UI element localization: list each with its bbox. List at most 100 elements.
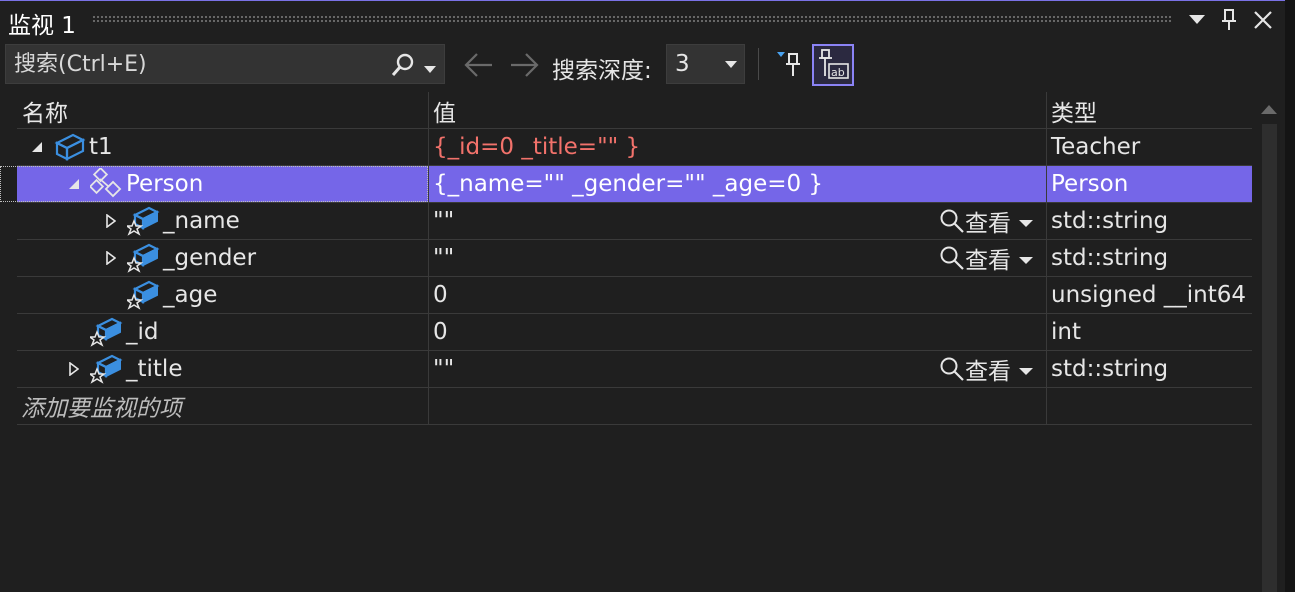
pin-ab-icon: ab	[819, 49, 849, 79]
chevron-up-icon	[1261, 105, 1277, 114]
field-icon	[124, 205, 161, 237]
pin-icon	[1222, 9, 1236, 30]
window-edge	[1285, 0, 1295, 592]
search-back-button[interactable]	[464, 52, 494, 82]
row-value[interactable]: 0	[433, 314, 448, 350]
search-depth-select[interactable]: 3	[666, 44, 745, 84]
drag-grip[interactable]	[92, 15, 1172, 24]
row-type: std::string	[1051, 208, 1169, 234]
grid-header: 名称 值 类型	[17, 92, 1252, 129]
search-button[interactable]	[390, 52, 416, 78]
row-name: _name	[163, 208, 240, 234]
search-icon	[391, 53, 414, 76]
search-input[interactable]	[14, 45, 384, 83]
watch-row[interactable]: _age 0 unsigned __int64	[17, 277, 1252, 314]
arrow-left-icon	[464, 53, 492, 77]
row-value[interactable]: {_name="" _gender="" _age=0 }	[433, 166, 823, 202]
scroll-up-button[interactable]	[1258, 100, 1280, 120]
viewer-dropdown[interactable]	[1019, 245, 1033, 271]
title-bar: 监视 1	[0, 0, 1285, 39]
expand-toggle[interactable]	[66, 351, 82, 387]
chevron-down-icon	[1019, 368, 1033, 375]
field-icon	[124, 279, 161, 311]
row-value[interactable]: ""	[433, 351, 454, 387]
field-icon	[124, 206, 160, 236]
pin-filter-icon	[777, 52, 800, 76]
field-icon	[87, 316, 124, 348]
watch-row[interactable]: _name "" 查看 std::string	[17, 203, 1252, 240]
search-forward-button[interactable]	[509, 52, 539, 82]
pin-source-button[interactable]: ab	[812, 44, 854, 86]
field-icon	[124, 243, 160, 273]
column-header-type[interactable]: 类型	[1051, 94, 1097, 128]
field-icon	[124, 280, 160, 310]
field-icon	[124, 242, 161, 274]
column-divider-name-value[interactable]	[428, 92, 429, 425]
collapsed-triangle-icon	[106, 251, 116, 265]
viewer-dropdown[interactable]	[1019, 208, 1033, 234]
row-value[interactable]: {_id=0 _title="" }	[433, 129, 640, 165]
viewer-dropdown[interactable]	[1019, 356, 1033, 382]
field-icon	[87, 353, 124, 385]
svg-text:ab: ab	[831, 66, 845, 79]
watch-row[interactable]: _gender "" 查看 std::string	[17, 240, 1252, 277]
chevron-down-icon	[725, 61, 737, 68]
expanded-triangle-icon	[32, 142, 42, 152]
scrollbar-thumb[interactable]	[1262, 124, 1277, 592]
watch-window: 监视 1 搜索(Ctrl+E) 搜索深度: 3 ab 名称 值 类型 t1 {_…	[0, 0, 1295, 592]
row-type: std::string	[1051, 245, 1169, 271]
watch-grid: 名称 值 类型 t1 {_id=0 _title="" } Teacher Perso…	[0, 92, 1252, 425]
search-box	[5, 44, 445, 84]
base-class-icon	[88, 166, 122, 198]
filter-pinned-button[interactable]	[770, 44, 812, 86]
row-name: _age	[163, 282, 218, 308]
chevron-down-icon	[1019, 220, 1033, 227]
collapse-toggle[interactable]	[66, 166, 82, 202]
text-visualizer-button[interactable]: 查看	[939, 203, 1033, 239]
toolbar: 搜索深度: 3 ab	[0, 38, 1285, 92]
viewer-label: 查看	[965, 248, 1011, 274]
chevron-down-icon	[424, 66, 436, 73]
chevron-down-icon	[1019, 257, 1033, 264]
expand-toggle[interactable]	[103, 240, 119, 276]
collapsed-triangle-icon	[69, 362, 79, 376]
row-name: _id	[126, 319, 159, 345]
close-button[interactable]	[1250, 7, 1276, 33]
row-type: Teacher	[1051, 134, 1141, 160]
watch-row[interactable]: _title "" 查看 std::string	[17, 351, 1252, 388]
row-type: std::string	[1051, 356, 1169, 382]
watch-row[interactable]: Person {_name="" _gender="" _age=0 } Perso…	[0, 166, 1252, 203]
pin-button[interactable]	[1216, 7, 1242, 33]
chevron-down-icon	[1189, 15, 1205, 24]
row-value[interactable]: 0	[433, 277, 448, 313]
field-icon	[87, 354, 123, 384]
window-title: 监视 1	[8, 13, 76, 39]
window-menu-dropdown-button[interactable]	[1184, 7, 1210, 33]
row-name: _title	[126, 356, 183, 382]
base-class-icon	[88, 166, 124, 200]
viewer-label: 查看	[965, 359, 1011, 385]
arrow-right-icon	[511, 53, 539, 77]
row-name: t1	[89, 134, 113, 160]
expand-toggle[interactable]	[103, 203, 119, 239]
row-value[interactable]: ""	[433, 240, 454, 276]
watch-row[interactable]: _id 0 int	[17, 314, 1252, 351]
focus-rect	[0, 166, 428, 202]
toolbar-separator	[758, 48, 759, 80]
add-watch-row[interactable]: 添加要监视的项	[17, 388, 1252, 425]
text-visualizer-button[interactable]: 查看	[939, 240, 1033, 276]
column-header-value[interactable]: 值	[433, 94, 456, 128]
column-header-name[interactable]: 名称	[22, 94, 68, 128]
watch-row[interactable]: t1 {_id=0 _title="" } Teacher	[17, 129, 1252, 166]
row-value[interactable]: ""	[433, 203, 454, 239]
add-watch-placeholder[interactable]: 添加要监视的项	[21, 388, 182, 424]
row-type: unsigned __int64	[1051, 282, 1247, 308]
magnifier-icon	[940, 357, 964, 381]
search-depth-value: 3	[675, 51, 690, 77]
column-divider-value-type[interactable]	[1046, 92, 1047, 425]
search-options-dropdown[interactable]	[424, 59, 436, 78]
field-icon	[87, 317, 123, 347]
magnifier-icon	[940, 209, 964, 233]
collapse-toggle[interactable]	[29, 129, 45, 165]
text-visualizer-button[interactable]: 查看	[939, 351, 1033, 387]
